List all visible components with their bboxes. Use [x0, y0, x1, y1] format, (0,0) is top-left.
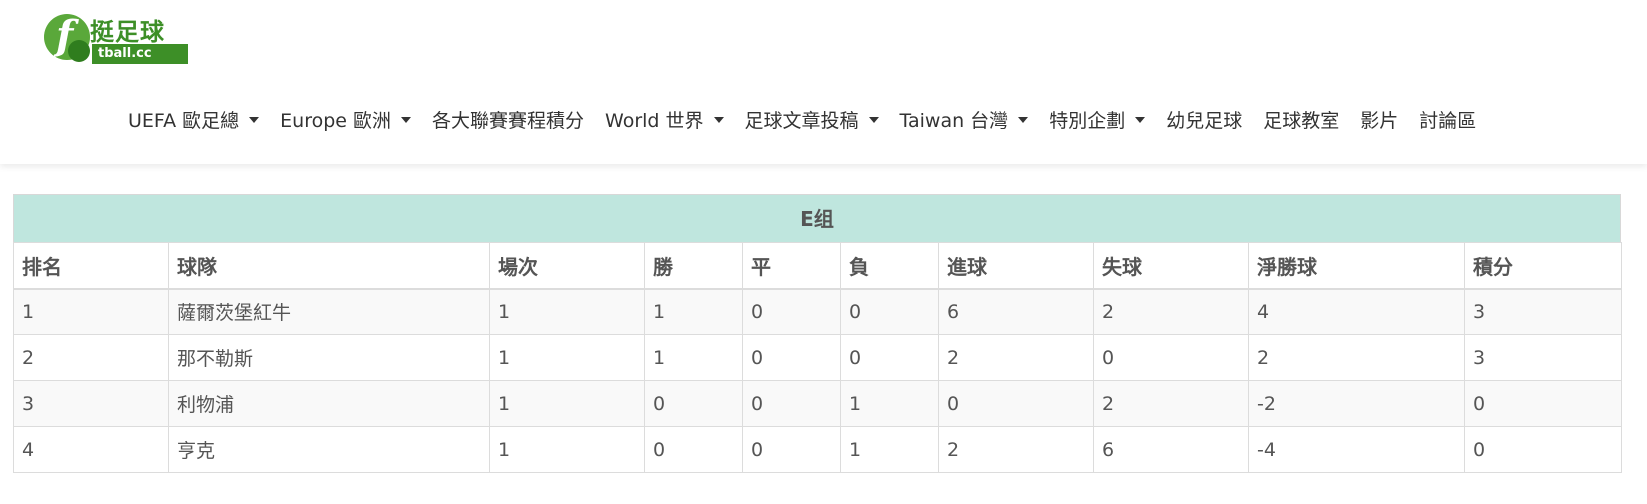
caret-down-icon	[713, 116, 724, 123]
cell-team: 薩爾茨堡紅牛	[168, 288, 490, 335]
col-header-points: 積分	[1464, 242, 1622, 290]
cell-goals-for: 6	[938, 288, 1094, 335]
table-row: 3 利物浦 1 0 0 1 0 2 -2 0	[13, 380, 1622, 427]
nav-item-world[interactable]: World 世界	[605, 106, 724, 133]
standings-table-container: E组 排名 球隊 場次 勝 平 負 進球 失球 淨勝球 積分 1 薩爾茨堡紅牛	[13, 194, 1622, 473]
site-header: f 挺足球 tball.cc UEFA 歐足總 Europe 歐洲 各大聯賽賽程…	[0, 0, 1647, 164]
logo-chinese-text: 挺足球	[90, 18, 165, 46]
cell-goal-difference: -4	[1248, 426, 1465, 473]
cell-points: 3	[1464, 334, 1622, 381]
main-nav: UEFA 歐足總 Europe 歐洲 各大聯賽賽程積分 World 世界 足球文…	[128, 106, 1497, 133]
cell-wins: 0	[644, 426, 743, 473]
cell-points: 0	[1464, 426, 1622, 473]
col-header-losses: 負	[840, 242, 939, 290]
cell-goals-against: 0	[1093, 334, 1249, 381]
cell-played: 1	[489, 334, 645, 381]
cell-played: 1	[489, 380, 645, 427]
cell-losses: 1	[840, 426, 939, 473]
cell-wins: 0	[644, 380, 743, 427]
nav-item-football-class[interactable]: 足球教室	[1263, 106, 1339, 133]
table-header-row: 排名 球隊 場次 勝 平 負 進球 失球 淨勝球 積分	[13, 242, 1622, 290]
cell-goals-against: 2	[1093, 288, 1249, 335]
nav-item-uefa[interactable]: UEFA 歐足總	[128, 106, 260, 133]
cell-played: 1	[489, 288, 645, 335]
cell-goals-for: 2	[938, 426, 1094, 473]
cell-draws: 0	[742, 334, 841, 381]
caret-down-icon	[401, 116, 411, 123]
nav-item-forum[interactable]: 討論區	[1419, 106, 1476, 133]
cell-losses: 0	[840, 334, 939, 381]
cell-played: 1	[489, 426, 645, 473]
nav-item-special[interactable]: 特別企劃	[1049, 106, 1146, 133]
cell-rank: 3	[13, 380, 169, 427]
group-title: E组	[13, 194, 1621, 242]
col-header-played: 場次	[489, 242, 645, 290]
cell-draws: 0	[742, 288, 841, 335]
cell-team: 利物浦	[168, 380, 490, 427]
nav-item-articles[interactable]: 足球文章投稿	[745, 106, 879, 133]
nav-item-league-standings[interactable]: 各大聯賽賽程積分	[432, 106, 584, 133]
nav-item-taiwan[interactable]: Taiwan 台灣	[900, 106, 1029, 133]
cell-losses: 1	[840, 380, 939, 427]
col-header-draws: 平	[742, 242, 841, 290]
logo-domain-text: tball.cc	[92, 44, 188, 64]
cell-rank: 2	[13, 334, 169, 381]
nav-item-kids-football[interactable]: 幼兒足球	[1166, 106, 1242, 133]
cell-goals-for: 0	[938, 380, 1094, 427]
cell-team: 那不勒斯	[168, 334, 490, 381]
caret-down-icon	[868, 116, 879, 123]
col-header-team: 球隊	[168, 242, 490, 290]
caret-down-icon	[1135, 116, 1146, 123]
col-header-goal-difference: 淨勝球	[1248, 242, 1465, 290]
cell-points: 0	[1464, 380, 1622, 427]
col-header-goals-for: 進球	[938, 242, 1094, 290]
cell-goals-against: 2	[1093, 380, 1249, 427]
table-row: 4 亨克 1 0 0 1 2 6 -4 0	[13, 426, 1622, 473]
nav-item-videos[interactable]: 影片	[1360, 106, 1398, 133]
caret-down-icon	[1018, 116, 1029, 123]
logo-f-letter: f	[56, 12, 74, 59]
cell-goals-for: 2	[938, 334, 1094, 381]
cell-goals-against: 6	[1093, 426, 1249, 473]
table-row: 1 薩爾茨堡紅牛 1 1 0 0 6 2 4 3	[13, 288, 1622, 335]
caret-down-icon	[249, 116, 260, 123]
table-row: 2 那不勒斯 1 1 0 0 2 0 2 3	[13, 334, 1622, 381]
cell-rank: 1	[13, 288, 169, 335]
col-header-rank: 排名	[13, 242, 169, 290]
cell-draws: 0	[742, 426, 841, 473]
cell-team: 亨克	[168, 426, 490, 473]
cell-wins: 1	[644, 334, 743, 381]
cell-losses: 0	[840, 288, 939, 335]
cell-draws: 0	[742, 380, 841, 427]
cell-goal-difference: 2	[1248, 334, 1465, 381]
cell-goal-difference: -2	[1248, 380, 1465, 427]
cell-points: 3	[1464, 288, 1622, 335]
site-logo[interactable]: f 挺足球 tball.cc	[42, 12, 192, 68]
cell-goal-difference: 4	[1248, 288, 1465, 335]
standings-table: 排名 球隊 場次 勝 平 負 進球 失球 淨勝球 積分 1 薩爾茨堡紅牛 1 1…	[13, 242, 1622, 473]
cell-rank: 4	[13, 426, 169, 473]
col-header-wins: 勝	[644, 242, 743, 290]
nav-item-europe[interactable]: Europe 歐洲	[280, 106, 411, 133]
col-header-goals-against: 失球	[1093, 242, 1249, 290]
cell-wins: 1	[644, 288, 743, 335]
